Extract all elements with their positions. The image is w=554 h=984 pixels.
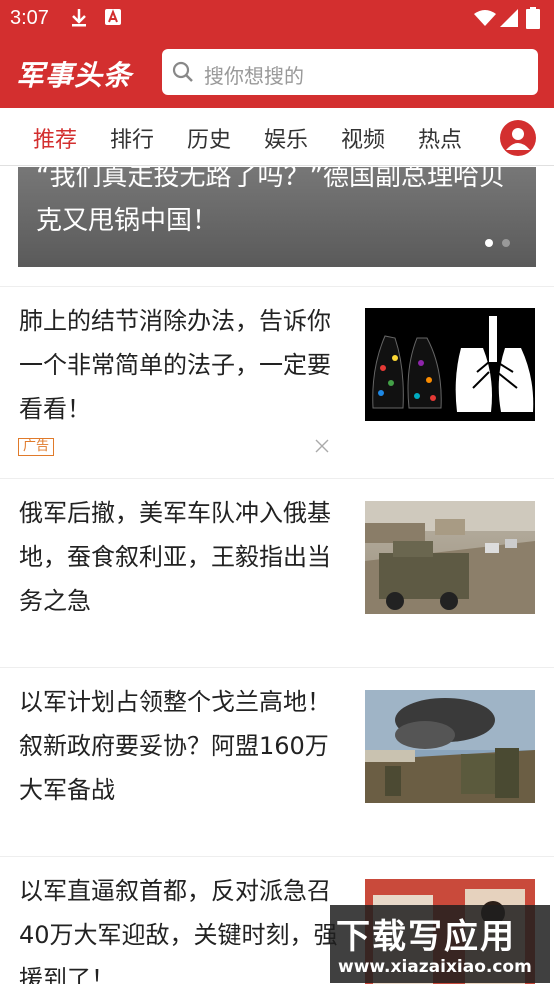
article-title: 肺上的结节消除办法，告诉你一个非常简单的法子，一定要看看！ <box>19 307 331 423</box>
search-placeholder: 搜你想搜的 <box>204 64 304 88</box>
article-title: 以军计划占领整个戈兰高地！叙新政府要妥协？阿盟160万大军备战 <box>19 688 331 804</box>
article-thumbnail <box>365 308 535 421</box>
status-bar: 3:07 <box>0 0 554 36</box>
article-title: 以军直逼叙首都，反对派急召40万大军迎敌，关键时刻，强援到了！ <box>19 877 338 984</box>
wifi-icon <box>474 10 496 26</box>
app-notification-icon <box>105 9 121 25</box>
article-item[interactable]: 肺上的结节消除办法，告诉你一个非常简单的法子，一定要看看！ 广告 <box>0 286 554 478</box>
app-header: 军事头条 搜你想搜的 <box>0 36 554 108</box>
tab-ranking[interactable]: 排行 <box>110 122 154 154</box>
ad-badge: 广告 <box>18 438 55 456</box>
signal-icon <box>500 9 518 27</box>
status-time: 3:07 <box>10 7 49 29</box>
article-thumbnail <box>365 501 535 614</box>
tab-history[interactable]: 历史 <box>187 122 231 154</box>
carousel-dot-active <box>485 239 493 247</box>
carousel-dot <box>502 239 510 247</box>
search-icon <box>172 61 193 82</box>
tab-entertainment[interactable]: 娱乐 <box>264 122 308 154</box>
watermark-url-text: www.xiazaixiao.com <box>338 957 532 977</box>
app-logo: 军事头条 <box>16 59 133 92</box>
article-item[interactable]: 俄军后撤，美军车队冲入俄基地，蚕食叙利亚，王毅指出当务之急 <box>0 478 554 667</box>
search-input[interactable]: 搜你想搜的 <box>162 49 538 95</box>
category-tabs: 推荐 排行 历史 娱乐 视频 热点 <box>0 108 554 166</box>
watermark-main-text: 下载写应用 <box>336 917 516 957</box>
article-title: 俄军后撤，美军车队冲入俄基地，蚕食叙利亚，王毅指出当务之急 <box>19 499 331 615</box>
user-avatar-icon[interactable] <box>500 120 536 156</box>
battery-icon <box>526 7 540 29</box>
tab-hot[interactable]: 热点 <box>418 122 462 154</box>
watermark-logo: 下载写应用 www.xiazaixiao.com <box>330 905 550 983</box>
article-thumbnail <box>365 690 535 803</box>
banner-carousel[interactable]: “我们真走投无路了吗？”德国副总理哈贝克又甩锅中国！ <box>18 167 536 267</box>
banner-title: “我们真走投无路了吗？”德国副总理哈贝克又甩锅中国！ <box>36 167 505 236</box>
close-icon[interactable] <box>314 438 330 454</box>
tab-recommend[interactable]: 推荐 <box>33 122 77 154</box>
download-icon <box>72 9 86 27</box>
article-item[interactable]: 以军计划占领整个戈兰高地！叙新政府要妥协？阿盟160万大军备战 <box>0 667 554 856</box>
tab-video[interactable]: 视频 <box>341 122 385 154</box>
